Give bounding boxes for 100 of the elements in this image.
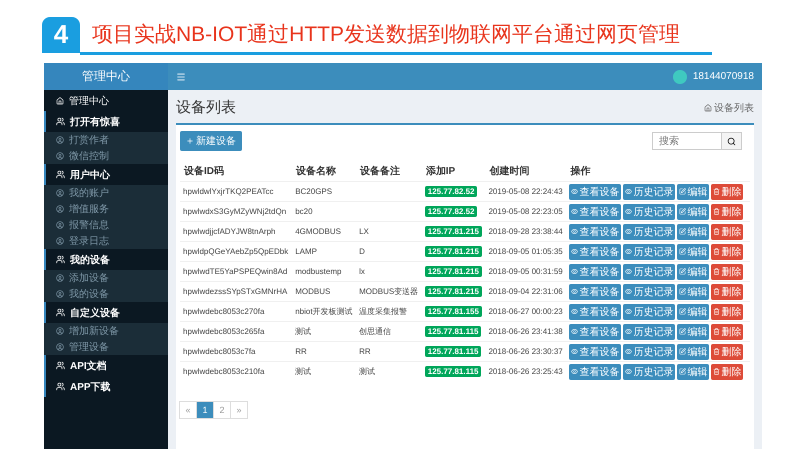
ip-label: 125.77.81.115 bbox=[424, 366, 482, 377]
action-button[interactable]: 历史记录 bbox=[623, 344, 676, 360]
action-button[interactable]: 历史记录 bbox=[623, 204, 676, 220]
action-button[interactable]: 删除 bbox=[711, 244, 744, 260]
table-cell: 2018-09-05 01:05:35 bbox=[485, 242, 566, 262]
eye-icon bbox=[571, 248, 578, 255]
sidebar-subitem[interactable]: 增加新设备 bbox=[44, 323, 168, 339]
ip-label: 125.77.82.52 bbox=[424, 186, 478, 197]
action-button[interactable]: 历史记录 bbox=[623, 224, 676, 240]
edit-icon bbox=[679, 248, 686, 255]
table-cell: MODBUS bbox=[292, 282, 356, 302]
plus-icon bbox=[186, 137, 194, 145]
action-button[interactable]: 删除 bbox=[711, 224, 744, 240]
action-button[interactable]: 编辑 bbox=[677, 264, 710, 280]
action-button[interactable]: 历史记录 bbox=[623, 184, 676, 200]
action-button[interactable]: 历史记录 bbox=[623, 324, 676, 340]
ip-label: 125.77.81.155 bbox=[424, 306, 482, 317]
action-button[interactable]: 历史记录 bbox=[623, 284, 676, 300]
action-button[interactable]: 删除 bbox=[711, 184, 744, 200]
sidebar-subitem[interactable]: 管理设备 bbox=[44, 339, 168, 355]
action-button[interactable]: 历史记录 bbox=[623, 244, 676, 260]
action-button[interactable]: 历史记录 bbox=[623, 304, 676, 320]
sidebar-subitem[interactable]: 登录日志 bbox=[44, 233, 168, 249]
user-circle-icon bbox=[56, 152, 64, 160]
table-cell: 测试 bbox=[292, 322, 356, 342]
action-button[interactable]: 查看设备 bbox=[569, 304, 622, 320]
action-button[interactable]: 删除 bbox=[711, 204, 744, 220]
sidebar-subitem[interactable]: 打赏作者 bbox=[44, 132, 168, 148]
sidebar-subitem[interactable]: 我的账户 bbox=[44, 185, 168, 201]
table-cell: 2018-09-28 23:38:44 bbox=[485, 222, 566, 242]
column-header: 设备备注 bbox=[356, 161, 422, 182]
action-button[interactable]: 查看设备 bbox=[569, 344, 622, 360]
user-circle-icon bbox=[56, 189, 64, 197]
action-button[interactable]: 查看设备 bbox=[569, 184, 622, 200]
table-cell: 2018-09-05 00:31:59 bbox=[485, 262, 566, 282]
eye-icon bbox=[625, 288, 632, 295]
sidebar-subitem[interactable]: 添加设备 bbox=[44, 270, 168, 286]
action-button[interactable]: 编辑 bbox=[677, 244, 710, 260]
eye-icon bbox=[625, 308, 632, 315]
column-header: 设备ID码 bbox=[180, 161, 292, 182]
ip-label: 125.77.81.215 bbox=[424, 266, 482, 277]
action-button[interactable]: 删除 bbox=[711, 304, 744, 320]
action-button[interactable]: 编辑 bbox=[677, 304, 710, 320]
action-button[interactable]: 编辑 bbox=[677, 364, 710, 380]
sidebar-subitem[interactable]: 报警信息 bbox=[44, 217, 168, 233]
eye-icon bbox=[571, 288, 578, 295]
avatar bbox=[672, 70, 687, 84]
page-button[interactable]: 2 bbox=[213, 401, 231, 419]
page-button[interactable]: « bbox=[179, 401, 197, 419]
page-button[interactable]: » bbox=[230, 401, 248, 419]
column-header: 设备名称 bbox=[292, 161, 356, 182]
table-cell: lx bbox=[356, 262, 422, 282]
action-button[interactable]: 删除 bbox=[711, 284, 744, 300]
trash-icon bbox=[713, 368, 720, 375]
action-button[interactable]: 删除 bbox=[711, 324, 744, 340]
new-device-button[interactable]: 新建设备 bbox=[180, 131, 242, 151]
menu-icon[interactable] bbox=[176, 72, 186, 82]
user-circle-icon bbox=[56, 327, 64, 335]
trash-icon bbox=[713, 348, 720, 355]
trash-icon bbox=[713, 288, 720, 295]
table-cell: hpwlwdebc8053c265fa bbox=[180, 322, 292, 342]
action-button[interactable]: 编辑 bbox=[677, 224, 710, 240]
action-button[interactable]: 编辑 bbox=[677, 184, 710, 200]
sidebar-subitem[interactable]: 微信控制 bbox=[44, 148, 168, 164]
users-icon bbox=[56, 361, 65, 370]
action-button[interactable]: 编辑 bbox=[677, 284, 710, 300]
action-button[interactable]: 编辑 bbox=[677, 204, 710, 220]
table-cell: 2018-09-04 22:31:06 bbox=[485, 282, 566, 302]
table-cell: BC20GPS bbox=[292, 182, 356, 202]
action-button[interactable]: 查看设备 bbox=[569, 264, 622, 280]
search-button[interactable] bbox=[722, 132, 742, 150]
action-button[interactable]: 查看设备 bbox=[569, 324, 622, 340]
trash-icon bbox=[713, 268, 720, 275]
action-button[interactable]: 历史记录 bbox=[623, 364, 676, 380]
action-button[interactable]: 删除 bbox=[711, 364, 744, 380]
sidebar-subitem[interactable]: 我的设备 bbox=[44, 286, 168, 302]
table-cell: hpwlwdebc8053c270fa bbox=[180, 302, 292, 322]
trash-icon bbox=[713, 328, 720, 335]
user-phone[interactable]: 18144070918 bbox=[692, 71, 754, 82]
action-button[interactable]: 编辑 bbox=[677, 324, 710, 340]
action-button[interactable]: 查看设备 bbox=[569, 244, 622, 260]
action-button[interactable]: 删除 bbox=[711, 344, 744, 360]
sidebar-subitem[interactable]: 增值服务 bbox=[44, 201, 168, 217]
ip-label: 125.77.81.115 bbox=[424, 326, 482, 337]
user-circle-icon bbox=[56, 136, 64, 144]
edit-icon bbox=[679, 288, 686, 295]
users-icon bbox=[56, 308, 65, 317]
table-cell: MODBUS变送器 bbox=[356, 282, 422, 302]
action-button[interactable]: 查看设备 bbox=[569, 224, 622, 240]
action-button[interactable]: 编辑 bbox=[677, 344, 710, 360]
table-cell: LAMP bbox=[292, 242, 356, 262]
action-button[interactable]: 查看设备 bbox=[569, 284, 622, 300]
action-button[interactable]: 查看设备 bbox=[569, 204, 622, 220]
action-button[interactable]: 历史记录 bbox=[623, 264, 676, 280]
search-field[interactable]: 搜索 bbox=[652, 132, 722, 150]
breadcrumb[interactable]: 设备列表 bbox=[714, 100, 754, 114]
user-circle-icon bbox=[56, 274, 64, 282]
action-button[interactable]: 删除 bbox=[711, 264, 744, 280]
action-button[interactable]: 查看设备 bbox=[569, 364, 622, 380]
page-button[interactable]: 1 bbox=[196, 401, 214, 419]
